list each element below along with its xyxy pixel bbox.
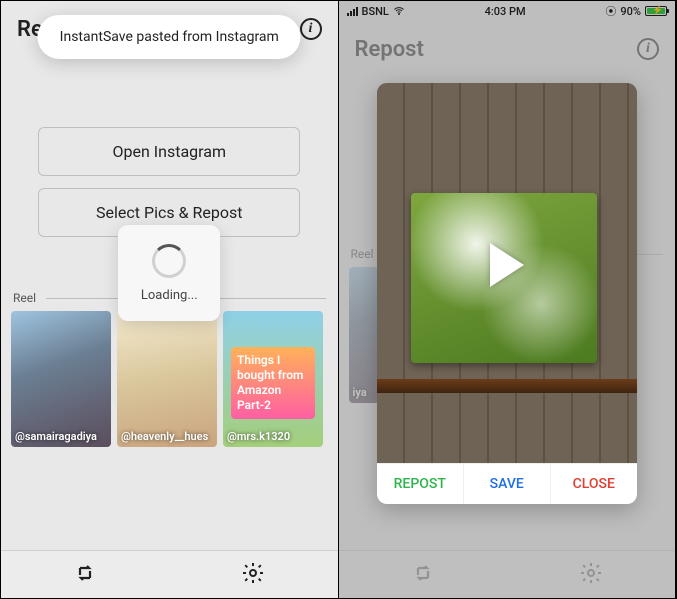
reel-thumb[interactable]: @heavenly__hues xyxy=(117,311,217,447)
battery-icon: ⚡ xyxy=(645,6,667,16)
battery-percent: 90% xyxy=(620,5,641,18)
settings-tab-icon[interactable] xyxy=(241,561,265,589)
loading-overlay: Loading... xyxy=(118,225,220,321)
app-header: Repost i xyxy=(339,21,676,77)
close-button[interactable]: CLOSE xyxy=(551,464,637,504)
phone-right: BSNL 4:03 PM ⦿ 90% ⚡ Repost i Reel iya xyxy=(339,1,677,598)
reel-section-label: Reel xyxy=(13,291,36,305)
clock: 4:03 PM xyxy=(485,5,526,18)
modal-actions: REPOST SAVE CLOSE xyxy=(377,463,637,504)
repost-tab-icon[interactable] xyxy=(411,561,435,589)
carrier-label: BSNL xyxy=(362,5,389,18)
spinner-icon xyxy=(152,244,186,278)
info-icon[interactable]: i xyxy=(300,18,322,40)
wifi-icon xyxy=(393,5,405,17)
loading-text: Loading... xyxy=(141,288,198,303)
open-instagram-button[interactable]: Open Instagram xyxy=(38,127,300,176)
reel-section-label: Reel xyxy=(351,247,374,261)
reel-thumb[interactable]: @samairagadiya xyxy=(11,311,111,447)
phone-left: Repost i InstantSave pasted from Instagr… xyxy=(1,1,339,598)
repost-button[interactable]: REPOST xyxy=(377,464,464,504)
reel-caption: Things I bought from Amazon Part-2 xyxy=(231,347,315,419)
reel-handle: iya xyxy=(353,387,367,399)
status-bar: BSNL 4:03 PM ⦿ 90% ⚡ xyxy=(339,1,676,21)
signal-icon xyxy=(347,6,358,16)
repost-tab-icon[interactable] xyxy=(73,561,97,589)
play-icon[interactable] xyxy=(490,243,524,287)
button-stack: Open Instagram Select Pics & Repost xyxy=(1,127,338,237)
reel-handle: @heavenly__hues xyxy=(121,431,208,443)
bottom-tab-bar xyxy=(339,550,676,598)
reel-thumbnails: @samairagadiya @heavenly__hues Things I … xyxy=(1,311,338,447)
video-preview[interactable] xyxy=(377,83,637,463)
page-title: Repost xyxy=(355,37,424,62)
save-button[interactable]: SAVE xyxy=(464,464,551,504)
reel-handle: @mrs.k1320 xyxy=(227,431,290,443)
reel-thumb[interactable]: iya xyxy=(349,267,379,403)
settings-tab-icon[interactable] xyxy=(579,561,603,589)
paste-toast: InstantSave pasted from Instagram xyxy=(38,15,301,59)
info-icon[interactable]: i xyxy=(637,38,659,60)
reel-handle: @samairagadiya xyxy=(15,431,97,443)
preview-modal: REPOST SAVE CLOSE xyxy=(377,83,637,504)
bottom-tab-bar xyxy=(1,550,338,598)
reel-thumb[interactable]: Things I bought from Amazon Part-2 @mrs.… xyxy=(223,311,323,447)
